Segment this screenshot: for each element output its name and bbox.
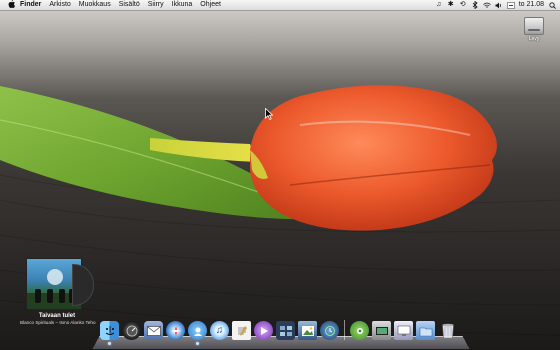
display-icon[interactable] bbox=[394, 321, 413, 340]
itunes-icon[interactable]: ♫ bbox=[210, 321, 229, 340]
spaces-icon[interactable] bbox=[276, 321, 295, 340]
documents-stack-icon[interactable] bbox=[416, 321, 435, 340]
finder-icon[interactable] bbox=[100, 321, 119, 345]
timemachine-icon[interactable] bbox=[320, 321, 339, 340]
ichat-icon[interactable] bbox=[188, 321, 207, 345]
safari-icon[interactable] bbox=[166, 321, 185, 340]
script-icon[interactable]: ✱ bbox=[447, 1, 455, 9]
track-title: Taivaan tulet bbox=[38, 313, 76, 319]
textedit-icon[interactable] bbox=[232, 321, 251, 340]
apple-menu-icon[interactable] bbox=[6, 0, 16, 11]
time-machine-icon[interactable]: ⟲ bbox=[459, 1, 467, 9]
mouse-pointer-icon bbox=[265, 108, 273, 120]
iphoto-icon[interactable] bbox=[298, 321, 317, 340]
trash-icon[interactable] bbox=[438, 321, 457, 340]
track-artist: Blanco Spirituals – Ismo Alanko Teho bbox=[20, 320, 96, 325]
bluetooth-icon[interactable] bbox=[471, 1, 479, 9]
spotlight-search-icon[interactable] bbox=[548, 1, 556, 9]
menu-muokkaus[interactable]: Muokkaus bbox=[75, 0, 115, 10]
dock: ♫ bbox=[92, 318, 470, 350]
menu-finder[interactable]: Finder bbox=[16, 0, 45, 10]
hard-disk-icon[interactable] bbox=[524, 17, 544, 35]
desktop-disk[interactable]: Levy bbox=[520, 17, 548, 42]
dashboard-icon[interactable] bbox=[122, 321, 141, 340]
vinyl-disc-icon bbox=[72, 264, 94, 306]
clock[interactable]: to 21.08 bbox=[519, 0, 544, 10]
running-indicator bbox=[108, 342, 111, 345]
menu-siirry[interactable]: Siirry bbox=[144, 0, 168, 10]
input-menu-icon[interactable] bbox=[506, 1, 515, 9]
menu-ikkuna[interactable]: Ikkuna bbox=[168, 0, 197, 10]
wifi-icon[interactable] bbox=[482, 1, 491, 9]
frontrow-icon[interactable] bbox=[254, 321, 273, 340]
system-preferences-icon[interactable] bbox=[350, 321, 369, 340]
menu-bar: Finder Arkisto Muokkaus Sisältö Siirry I… bbox=[0, 0, 560, 11]
menu-arkisto[interactable]: Arkisto bbox=[45, 0, 74, 10]
menu-ohjeet[interactable]: Ohjeet bbox=[196, 0, 225, 10]
disk-label[interactable]: Levy bbox=[520, 36, 548, 42]
menu-sisalto[interactable]: Sisältö bbox=[115, 0, 144, 10]
music-note-icon[interactable]: ♫ bbox=[435, 1, 443, 9]
dock-separator bbox=[344, 320, 345, 340]
app-icon[interactable] bbox=[372, 321, 391, 340]
now-playing-widget[interactable]: Taivaan tulet Blanco Spirituals – Ismo A… bbox=[20, 258, 96, 325]
running-indicator bbox=[196, 342, 199, 345]
desktop[interactable]: Finder Arkisto Muokkaus Sisältö Siirry I… bbox=[0, 0, 560, 350]
volume-icon[interactable] bbox=[495, 1, 503, 9]
mail-icon[interactable] bbox=[144, 321, 163, 340]
menu-extras: ♫ ✱ ⟲ to 21.08 bbox=[435, 0, 556, 10]
